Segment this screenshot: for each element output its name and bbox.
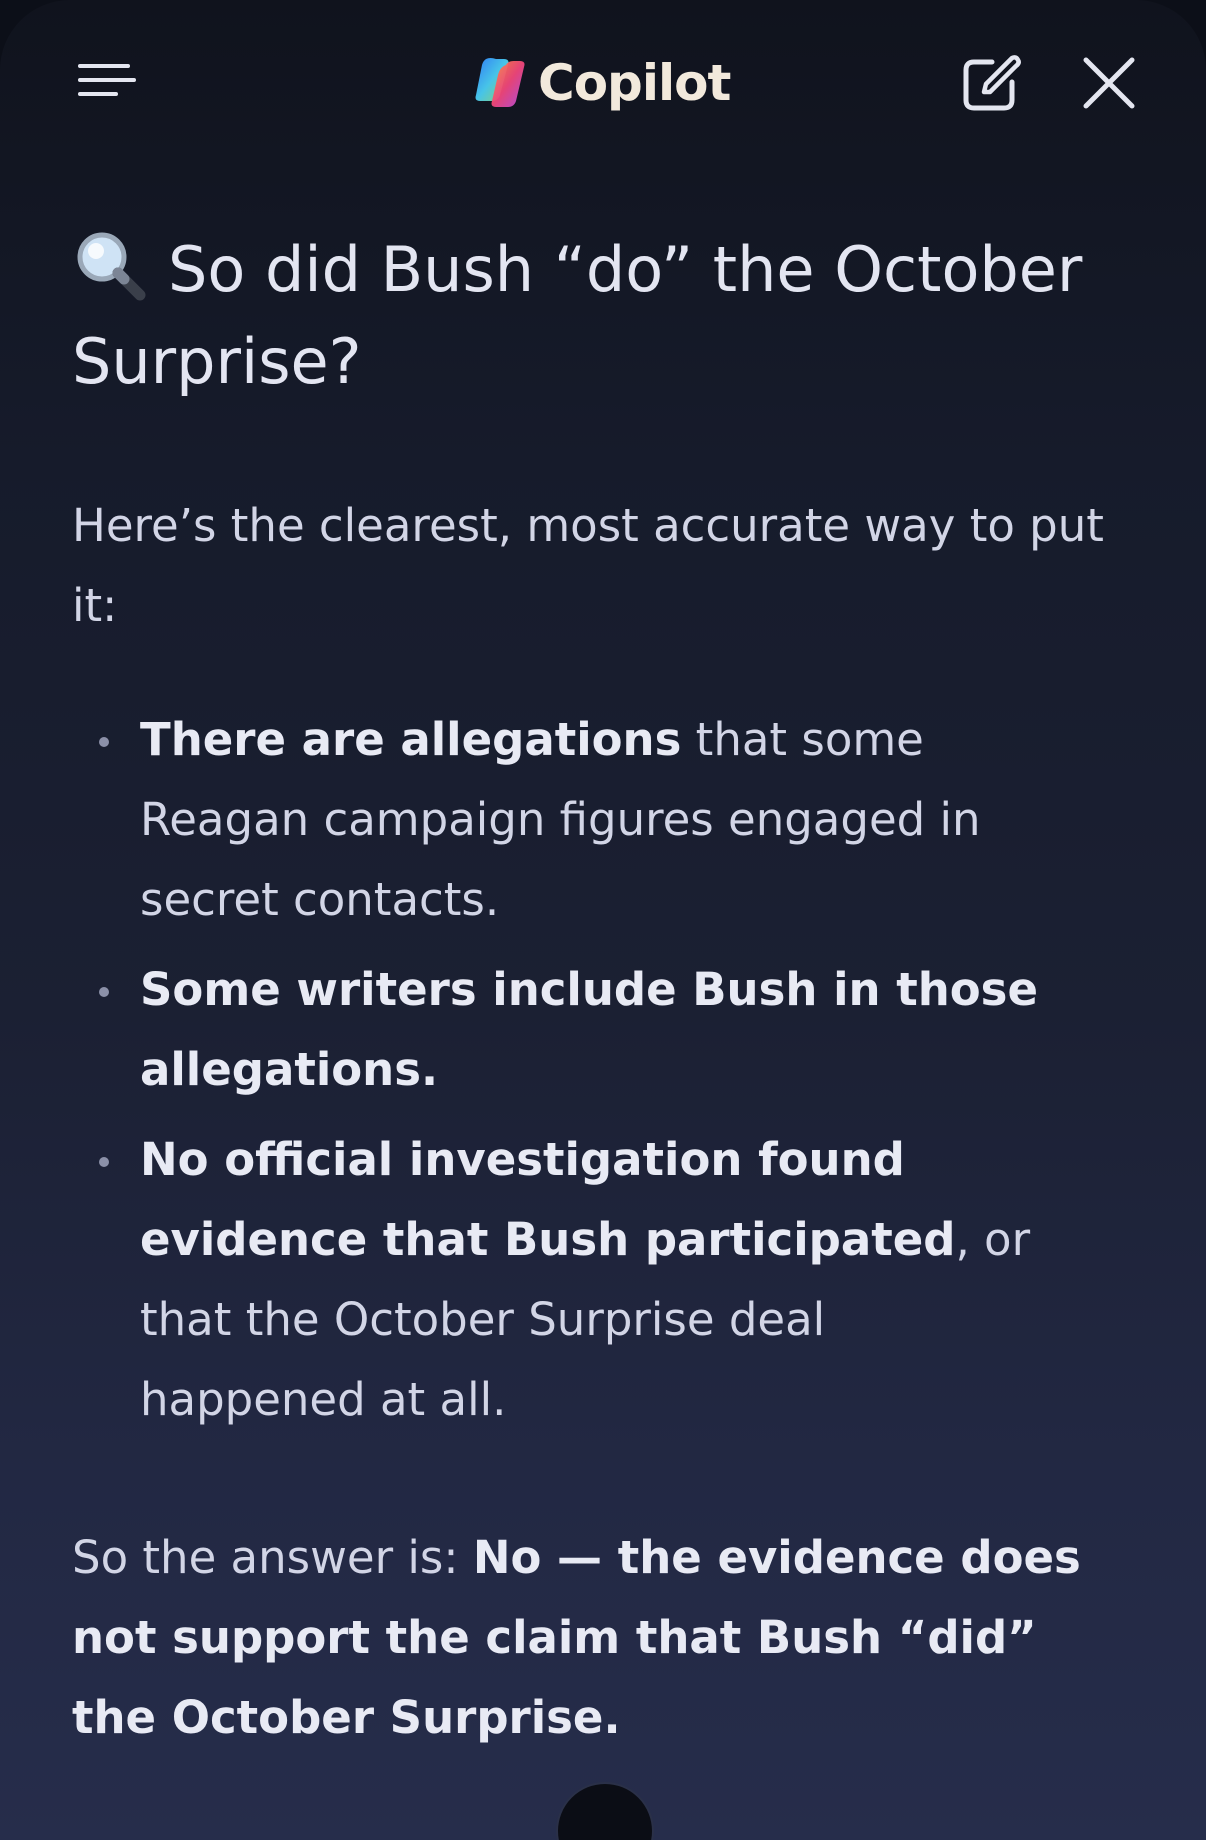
compose-icon [963,55,1021,111]
list-item: No official investigation found evidence… [72,1120,1142,1440]
top-bar: Copilot [0,0,1206,170]
copilot-panel: Copilot So did Bush “do” the October Sur… [0,0,1206,1840]
bullet-dot [99,1157,109,1167]
copilot-logo-icon [475,58,525,107]
close-button[interactable] [1076,50,1142,116]
list-item: There are allegations that some Reagan c… [72,700,1142,940]
bullet-dot [99,987,109,997]
message-heading: So did Bush “do” the October Surprise? [72,224,1142,408]
magnifying-glass-icon [77,232,146,301]
bullet-list: There are allegations that some Reagan c… [72,700,1142,1440]
bullet-bold: Some writers include Bush in those alleg… [140,963,1038,1096]
bullet-bold: No official investigation found evidence… [140,1133,956,1266]
answer-text: So the answer is: No — the evidence does… [72,1518,1142,1758]
scroll-down-button[interactable] [556,1782,654,1840]
list-item: Some writers include Bush in those alleg… [72,950,1142,1110]
answer-lead: So the answer is: [72,1531,473,1584]
intro-text: Here’s the clearest, most accurate way t… [72,499,1104,632]
menu-line [78,64,130,68]
close-icon [1083,57,1135,109]
assistant-message: So did Bush “do” the October Surprise? H… [72,224,1142,1758]
bullet-bold: There are allegations [140,713,682,766]
heading-text: So did Bush “do” the October Surprise? [72,233,1083,398]
brand-name: Copilot [538,54,731,112]
menu-button[interactable] [68,56,140,112]
menu-line [78,78,136,82]
brand: Copilot [470,50,731,116]
bullet-dot [99,737,109,747]
new-chat-button[interactable] [958,50,1024,116]
menu-line [78,92,118,96]
